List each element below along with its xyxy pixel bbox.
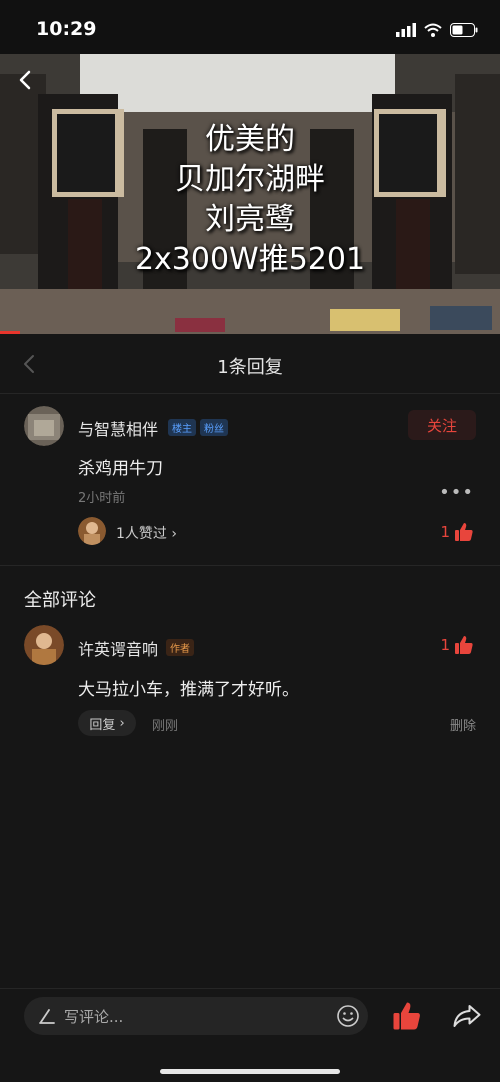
like-icon[interactable] [392, 1001, 422, 1031]
chevron-right-icon: › [171, 526, 177, 542]
avatar[interactable] [24, 406, 64, 446]
liked-by-link[interactable]: 1人赞过 › [116, 523, 177, 543]
comment-placeholder: 写评论... [64, 1008, 124, 1026]
follow-button[interactable]: 关注 [408, 410, 476, 440]
wifi-icon [424, 23, 442, 37]
status-bar: 10:29 [0, 0, 500, 54]
status-icons [396, 19, 478, 41]
caption-line: 优美的 [205, 122, 295, 157]
signal-icon [396, 23, 416, 37]
battery-icon [450, 23, 478, 37]
comment-username[interactable]: 与智慧相伴 [78, 416, 158, 440]
original-comment: 与智慧相伴 楼主 粉丝 关注 杀鸡用牛刀 2小时前 ••• 1人赞过 › 1 [0, 394, 500, 566]
like-button[interactable]: 1 [440, 635, 474, 655]
caption-line: 贝加尔湖畔 [175, 162, 325, 197]
video-caption: 优美的 贝加尔湖畔 刘亮鹭 2x300W推5201 [0, 120, 500, 280]
caption-line: 2x300W推5201 [134, 242, 366, 277]
caption-line: 刘亮鹭 [205, 202, 295, 237]
home-indicator [160, 1069, 340, 1074]
reply-username[interactable]: 许英谔音响 [78, 636, 158, 660]
like-count: 1 [440, 523, 450, 541]
like-button[interactable]: 1 [440, 522, 474, 542]
pen-icon [39, 1009, 55, 1024]
reply-label: 回复 [89, 717, 116, 733]
liker-avatar[interactable] [78, 517, 106, 545]
reply-button[interactable]: 回复 › [78, 710, 136, 736]
reply-time: 刚刚 [152, 719, 179, 734]
comment-input[interactable]: 写评论... [24, 997, 368, 1035]
video-progress-bar[interactable] [0, 331, 20, 334]
status-time: 10:29 [36, 18, 97, 40]
section-title: 全部评论 [24, 590, 96, 611]
thumbs-up-icon [455, 636, 473, 654]
liked-by-text: 1人赞过 [116, 526, 167, 542]
video-player[interactable]: 优美的 贝加尔湖畔 刘亮鹭 2x300W推5201 [0, 54, 500, 334]
reply-header: 1条回复 [0, 336, 500, 394]
avatar[interactable] [24, 625, 64, 665]
chevron-right-icon: › [115, 715, 125, 731]
emoji-icon[interactable] [336, 1004, 360, 1028]
author-badge: 作者 [166, 639, 194, 656]
bottom-bar: 写评论... [0, 988, 500, 1082]
more-options-icon[interactable]: ••• [439, 482, 474, 503]
delete-button[interactable]: 删除 [450, 715, 476, 734]
like-count: 1 [440, 636, 450, 654]
comment-text: 杀鸡用牛刀 [78, 459, 163, 479]
comment-time: 2小时前 [78, 491, 126, 506]
back-icon[interactable] [14, 68, 38, 92]
fan-tag: 粉丝 [200, 419, 228, 436]
reply-text: 大马拉小车，推满了才好听。 [78, 680, 299, 700]
reply-title: 1条回复 [217, 357, 283, 378]
author-tag: 楼主 [168, 419, 196, 436]
thumbs-up-icon [455, 523, 473, 541]
share-icon[interactable] [452, 1001, 482, 1031]
